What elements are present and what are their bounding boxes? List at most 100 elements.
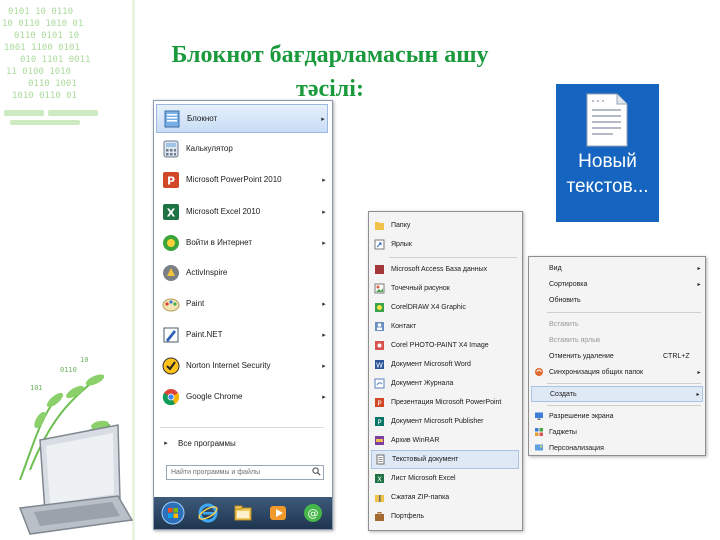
ctx-item-sort[interactable]: Сортировка ▸	[531, 276, 703, 292]
svg-text:X: X	[377, 476, 382, 484]
winrar-icon	[375, 436, 384, 445]
ctx-item-label: Гаджеты	[549, 428, 577, 436]
submenu-item-briefcase[interactable]: Портфель	[371, 507, 519, 526]
ctx-item-gadgets[interactable]: Гаджеты	[531, 424, 703, 440]
ctx-item-refresh[interactable]: Обновить	[531, 292, 703, 308]
powerpoint-icon: P	[163, 171, 179, 188]
submenu-item-label: Архив WinRAR	[391, 437, 440, 444]
submenu-arrow-icon: ▸	[697, 281, 701, 288]
ctx-item-create[interactable]: Создать ▸	[531, 386, 703, 402]
submenu-item-label: CorelDRAW X4 Graphic	[391, 304, 466, 311]
start-item-internet[interactable]: Войти в Интернет ▸	[156, 228, 328, 257]
taskbar-explorer-button[interactable]	[227, 499, 259, 527]
start-item-label: Google Chrome	[186, 392, 243, 401]
text-document-icon	[376, 454, 385, 465]
ctx-item-paste-shortcut[interactable]: Вставить ярлык	[531, 332, 703, 348]
svg-text:0101 10 0110: 0101 10 0110	[8, 7, 73, 17]
submenu-item-label: Сжатая ZIP-папка	[391, 494, 450, 501]
start-search-input[interactable]: Найти программы и файлы	[166, 465, 324, 480]
submenu-item-coreldraw[interactable]: CorelDRAW X4 Graphic	[371, 298, 519, 317]
slide-title-line1: Блокнот бағдарламасын ашу	[171, 42, 489, 68]
svg-text:11 0100 1010: 11 0100 1010	[6, 67, 71, 77]
submenu-item-shortcut[interactable]: Ярлык	[371, 235, 519, 254]
submenu-item-bitmap[interactable]: Точечный рисунок	[371, 279, 519, 298]
briefcase-icon	[375, 512, 384, 521]
ctx-divider	[547, 312, 701, 313]
word-icon: W	[375, 360, 384, 370]
submenu-item-ppt[interactable]: P Презентация Microsoft PowerPoint	[371, 393, 519, 412]
start-item-calculator[interactable]: Калькулятор	[156, 134, 328, 163]
internet-icon	[163, 234, 179, 251]
start-button[interactable]	[157, 499, 189, 527]
ie-icon	[198, 503, 218, 523]
excel-icon: X	[163, 203, 179, 220]
submenu-item-winrar[interactable]: Архив WinRAR	[371, 431, 519, 450]
start-item-paintnet[interactable]: Paint.NET ▸	[156, 320, 328, 349]
submenu-item-label: Документ Microsoft Word	[391, 361, 471, 368]
start-orb-icon	[161, 501, 185, 525]
submenu-item-label: Документ Журнала	[391, 380, 454, 387]
submenu-item-zip-folder[interactable]: Сжатая ZIP-папка	[371, 488, 519, 507]
ctx-item-personalization[interactable]: Персонализация	[531, 440, 703, 455]
svg-text:1010 0110 01: 1010 0110 01	[12, 91, 77, 101]
svg-text:10 0110 1010 01: 10 0110 1010 01	[2, 19, 83, 29]
svg-text:X: X	[167, 206, 176, 219]
submenu-item-access[interactable]: Microsoft Access База данных	[371, 260, 519, 279]
submenu-item-text-document[interactable]: Текстовый документ	[371, 450, 519, 469]
submenu-item-folder[interactable]: Папку	[371, 216, 519, 235]
svg-text:0110 0101 10: 0110 0101 10	[14, 31, 79, 41]
excel-sheet-icon: X	[375, 474, 384, 484]
ctx-item-view[interactable]: Вид ▸	[531, 260, 703, 276]
start-item-paint[interactable]: Paint ▸	[156, 289, 328, 318]
chat-icon: @	[304, 504, 322, 522]
start-item-notepad[interactable]: Блокнот ▸	[156, 104, 328, 133]
ctx-item-label: Вставить	[549, 320, 579, 328]
start-item-label: Microsoft PowerPoint 2010	[186, 175, 282, 184]
gadgets-icon	[535, 428, 543, 436]
submenu-arrow-icon: ▸	[322, 362, 326, 370]
start-item-chrome[interactable]: Google Chrome ▸	[156, 382, 328, 411]
chrome-icon	[162, 388, 180, 405]
new-text-document-desktop-icon[interactable]: Новый текстов...	[556, 84, 659, 222]
submenu-item-label: Ярлык	[391, 241, 412, 248]
submenu-item-label: Точечный рисунок	[391, 285, 450, 292]
taskbar-ie-button[interactable]	[192, 499, 224, 527]
personalization-icon	[535, 444, 543, 451]
media-player-icon	[270, 506, 286, 520]
submenu-item-word[interactable]: W Документ Microsoft Word	[371, 355, 519, 374]
submenu-item-photopaint[interactable]: Corel PHOTO-PAINT X4 Image	[371, 336, 519, 355]
shortcut-icon	[374, 239, 385, 250]
ctx-item-undo-delete[interactable]: Отменить удаление CTRL+Z	[531, 348, 703, 364]
slide: 0101 10 0110 10 0110 1010 01 0110 0101 1…	[0, 0, 720, 540]
taskbar-media-button[interactable]	[262, 499, 294, 527]
desktop-context-menu: Вид ▸ Сортировка ▸ Обновить Вставить Вст…	[528, 256, 706, 456]
submenu-divider	[389, 257, 517, 258]
taskbar: @	[154, 497, 332, 529]
start-item-excel[interactable]: X Microsoft Excel 2010 ▸	[156, 197, 328, 226]
bitmap-icon	[374, 283, 385, 294]
start-item-label: Paint.NET	[186, 330, 223, 339]
start-item-powerpoint[interactable]: P Microsoft PowerPoint 2010 ▸	[156, 165, 328, 194]
submenu-item-journal[interactable]: Документ Журнала	[371, 374, 519, 393]
ctx-item-paste[interactable]: Вставить	[531, 316, 703, 332]
ctx-item-screen-resolution[interactable]: Разрешение экрана	[531, 408, 703, 424]
decorative-binary-laptop-graphic: 0101 10 0110 10 0110 1010 01 0110 0101 1…	[0, 0, 140, 540]
taskbar-chat-button[interactable]: @	[297, 499, 329, 527]
paintnet-icon	[163, 327, 179, 342]
submenu-item-label: Corel PHOTO-PAINT X4 Image	[391, 342, 489, 349]
start-item-label: Norton Internet Security	[186, 361, 271, 370]
ctx-item-sync[interactable]: Синхронизация общих папок ▸	[531, 364, 703, 380]
submenu-item-label: Текстовый документ	[392, 456, 459, 463]
submenu-item-contact[interactable]: Контакт	[371, 317, 519, 336]
all-programs-button[interactable]: ▸ Все программы	[156, 434, 328, 452]
start-item-norton[interactable]: Norton Internet Security ▸	[156, 351, 328, 380]
svg-text:10: 10	[80, 356, 88, 364]
start-item-label: ActivInspire	[186, 268, 228, 277]
screen-resolution-icon	[535, 412, 543, 420]
submenu-item-excel-sheet[interactable]: X Лист Microsoft Excel	[371, 469, 519, 488]
svg-text:010 1101 0011: 010 1101 0011	[20, 55, 90, 65]
submenu-arrow-icon: ▸	[696, 391, 700, 398]
submenu-item-publisher[interactable]: P Документ Microsoft Publisher	[371, 412, 519, 431]
start-item-activinspire[interactable]: ActivInspire	[156, 258, 328, 287]
submenu-item-label: Презентация Microsoft PowerPoint	[391, 399, 502, 406]
